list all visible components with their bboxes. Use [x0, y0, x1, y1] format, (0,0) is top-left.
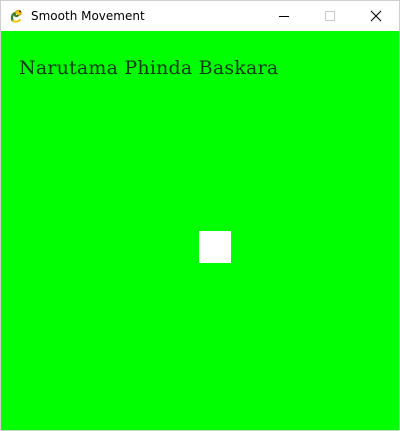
close-icon [370, 10, 382, 22]
maximize-button[interactable] [307, 1, 353, 31]
game-canvas[interactable]: Narutama Phinda Baskara [1, 31, 399, 430]
window-controls [261, 1, 399, 31]
player-square [199, 231, 231, 263]
window-title: Smooth Movement [31, 9, 145, 23]
title-bar[interactable]: Smooth Movement [1, 1, 399, 31]
close-button[interactable] [353, 1, 399, 31]
minimize-button[interactable] [261, 1, 307, 31]
app-window: Smooth Movement Narutama Phinda Baskara [0, 0, 400, 431]
player-name-caption: Narutama Phinda Baskara [19, 57, 279, 79]
minimize-icon [279, 16, 289, 17]
pygame-snake-icon [9, 8, 25, 24]
maximize-icon [325, 11, 335, 21]
